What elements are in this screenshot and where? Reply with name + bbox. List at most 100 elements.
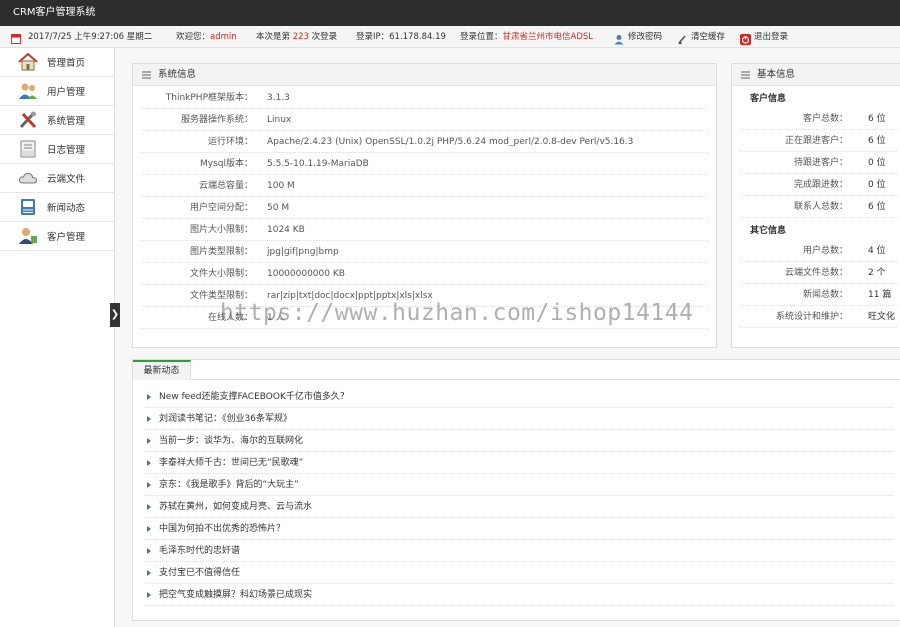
welcome-label: 欢迎您： <box>176 32 211 42</box>
cloud-icon <box>18 168 38 188</box>
login-ip: 登录IP：61.178.84.19 <box>356 32 446 42</box>
welcome-user[interactable]: admin <box>210 32 237 42</box>
news-tabbar: 最新动态 <box>133 360 900 380</box>
system-info-row: Mysql版本： 5.5.5-10.1.19-MariaDB <box>141 153 708 175</box>
info-value: jpg|gif|png|bmp <box>267 247 339 257</box>
news-title[interactable]: 把空气变成触摸屏？科幻场景已成现实 <box>159 584 312 606</box>
news-item[interactable]: 中国为何拍不出优秀的恐怖片？ <box>145 518 893 540</box>
logout-label: 退出登录 <box>754 32 789 42</box>
stat-value: 0 位 <box>868 180 886 190</box>
stat-row: 联系人总数： 6 位 <box>740 196 897 218</box>
tools-icon <box>18 110 38 130</box>
news-item[interactable]: 当前一步：谈华为、海尔的互联网化 <box>145 430 893 452</box>
info-value: Linux <box>267 115 292 125</box>
login-location: 登录位置：甘肃省兰州市电信ADSL <box>460 26 593 48</box>
info-value: 5.5.5-10.1.19-MariaDB <box>267 159 369 169</box>
stat-value: 6 位 <box>868 136 886 146</box>
arrow-right-icon <box>147 569 151 576</box>
logout-link[interactable]: 退出登录 <box>740 26 788 48</box>
power-icon <box>740 32 751 45</box>
sidebar-item-label: 云端文件 <box>47 174 86 185</box>
stat-value: 0 位 <box>868 158 886 168</box>
stat-value: 11 篇 <box>868 290 892 300</box>
system-info-row: 图片大小限制： 1024 KB <box>141 219 708 241</box>
sidebar-item-news[interactable]: 新闻动态 <box>0 193 114 222</box>
news-title[interactable]: 支付宝已不值得信任 <box>159 562 240 584</box>
news-title[interactable]: 中国为何拍不出优秀的恐怖片？ <box>159 518 285 540</box>
stat-key: 客户总数： <box>802 114 848 124</box>
login-count-text: 本次是第 223 次登录 <box>256 26 337 48</box>
stat-key: 待跟进客户： <box>793 158 848 168</box>
panel-header: 基本信息 <box>732 64 900 86</box>
login-count: 223 <box>292 32 309 42</box>
sidebar-item-cloud[interactable]: 云端文件 <box>0 164 114 193</box>
other-section-title: 其它信息 <box>750 226 787 236</box>
news-title[interactable]: 苏轼在黄州，如何变成月亮、云与流水 <box>159 496 312 518</box>
arrow-right-icon <box>147 547 151 554</box>
other-info-list: 用户总数： 4 位云端文件总数： 2 个新闻总数： 11 篇系统设计和维护： 旺文化 <box>732 240 900 328</box>
sidebar-item-users[interactable]: 用户管理 <box>0 77 114 106</box>
sidebar-item-log[interactable]: 日志管理 <box>0 135 114 164</box>
location-value: 甘肃省兰州市电信ADSL <box>502 32 594 42</box>
news-icon <box>18 197 38 217</box>
app-title-bar: CRM客户管理系统 <box>0 0 900 26</box>
news-item[interactable]: 支付宝已不值得信任 <box>145 562 893 584</box>
status-bar: 2017/7/25 上午9:27:06 星期二 欢迎您：admin 本次是第 2… <box>0 26 900 48</box>
news-title[interactable]: 毛泽东时代的忠奸谱 <box>159 540 240 562</box>
info-key: 服务器操作系统： <box>180 115 253 125</box>
login-prefix: 本次是第 <box>256 32 291 42</box>
stat-row: 系统设计和维护： 旺文化 <box>740 306 897 328</box>
tab-latest-news[interactable]: 最新动态 <box>133 360 191 380</box>
arrow-right-icon <box>147 525 151 532</box>
system-info-row: 运行环境： Apache/2.4.23 (Unix) OpenSSL/1.0.2j… <box>141 131 708 153</box>
news-title[interactable]: 当前一步：谈华为、海尔的互联网化 <box>159 430 303 452</box>
stat-key: 完成跟进数： <box>793 180 848 190</box>
info-key: ThinkPHP框架版本： <box>165 93 253 103</box>
news-item[interactable]: New feed还能支撑FACEBOOK千亿市值多久？ <box>145 386 893 408</box>
change-password-label: 修改密码 <box>628 32 663 42</box>
info-value: 3.1.3 <box>267 93 290 103</box>
location-label: 登录位置： <box>460 32 503 42</box>
info-key: 图片类型限制： <box>189 247 253 257</box>
clear-cache-link[interactable]: 清空缓存 <box>677 26 725 48</box>
news-title[interactable]: 京东：《我是歌手》背后的“大玩主” <box>159 474 299 496</box>
stat-key: 云端文件总数： <box>784 268 848 278</box>
news-item[interactable]: 京东：《我是歌手》背后的“大玩主” <box>145 474 893 496</box>
log-icon <box>18 139 38 159</box>
stat-row: 正在跟进客户： 6 位 <box>740 130 897 152</box>
sidebar-item-label: 用户管理 <box>47 87 86 98</box>
stat-row: 客户总数： 6 位 <box>740 108 897 130</box>
system-info-row: 用户空间分配： 50 M <box>141 197 708 219</box>
news-title[interactable]: 刘润读书笔记：《创业36条军规》 <box>159 408 292 430</box>
panel-title: 基本信息 <box>757 68 796 80</box>
news-item[interactable]: 毛泽东时代的忠奸谱 <box>145 540 893 562</box>
customer-section-title: 客户信息 <box>750 94 787 104</box>
arrow-right-icon <box>147 393 151 400</box>
sidebar-item-customer[interactable]: 客户管理 <box>0 222 114 251</box>
system-info-row: 服务器操作系统： Linux <box>141 109 708 131</box>
watermark-text: https://www.huzhan.com/ishop14144 <box>220 300 694 326</box>
news-title[interactable]: New feed还能支撑FACEBOOK千亿市值多久？ <box>159 386 349 408</box>
panel-header: 系统信息 <box>133 64 716 86</box>
app-title: CRM客户管理系统 <box>13 7 96 18</box>
news-list: New feed还能支撑FACEBOOK千亿市值多久？ 刘润读书笔记：《创业36条… <box>133 380 900 606</box>
customer-info-list: 客户总数： 6 位正在跟进客户： 6 位待跟进客户： 0 位完成跟进数： 0 位联系人总… <box>732 108 900 218</box>
change-password-link[interactable]: 修改密码 <box>614 26 662 48</box>
sidebar-collapse-toggle[interactable]: ❯ <box>110 303 120 327</box>
arrow-right-icon <box>147 437 151 444</box>
news-item[interactable]: 李泰祥大师千古：世间已无“民歌魂” <box>145 452 893 474</box>
system-info-row: 文件大小限制： 10000000000 KB <box>141 263 708 285</box>
stat-key: 联系人总数： <box>793 202 848 212</box>
sidebar-item-label: 新闻动态 <box>47 203 86 214</box>
arrow-right-icon <box>147 415 151 422</box>
news-item[interactable]: 刘润读书笔记：《创业36条军规》 <box>145 408 893 430</box>
info-key: Mysql版本： <box>200 159 253 169</box>
news-item[interactable]: 苏轼在黄州，如何变成月亮、云与流水 <box>145 496 893 518</box>
news-title[interactable]: 李泰祥大师千古：世间已无“民歌魂” <box>159 452 303 474</box>
sidebar-item-home[interactable]: 管理首页 <box>0 48 114 77</box>
sidebar-item-system[interactable]: 系统管理 <box>0 106 114 135</box>
news-item[interactable]: 把空气变成触摸屏？科幻场景已成现实 <box>145 584 893 606</box>
sidebar: 管理首页 用户管理 系统管理 日志管理 云端文件 新闻动态 客户管理 <box>0 48 115 627</box>
info-value: 100 M <box>267 181 295 191</box>
stat-key: 系统设计和维护： <box>775 312 848 322</box>
